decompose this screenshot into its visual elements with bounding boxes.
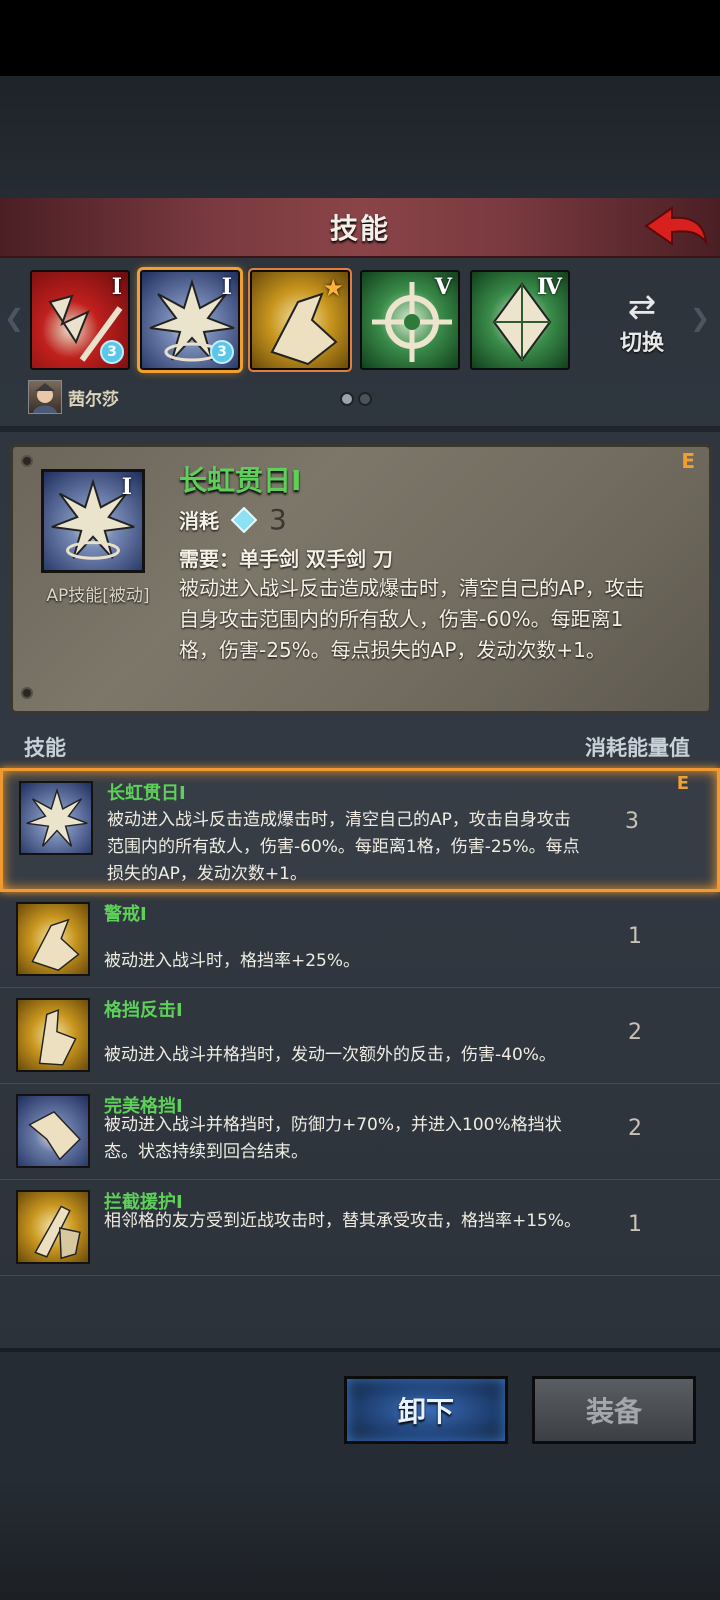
slot-rank: I: [111, 274, 122, 300]
title-bar: 技能: [0, 198, 720, 258]
skill-list: 长虹贯日I E 被动进入战斗反击造成爆击时，清空自己的AP，攻击自身攻击范围内的…: [0, 768, 720, 1276]
hero-info: 茜尔莎: [28, 380, 119, 414]
skill-name: 格挡反击I: [104, 1000, 183, 1021]
skill-description: 被动进入战斗反击造成爆击时，清空自己的AP，攻击自身攻击范围内的所有敌人，伤害-…: [107, 810, 580, 884]
star-icon: ★: [322, 274, 344, 302]
page-dot: [358, 392, 372, 406]
skill-description: 被动进入战斗并格挡时，防御力+70%，并进入100%格挡状态。状态持续到回合结束…: [104, 1115, 562, 1162]
status-bar-area: [0, 0, 720, 76]
burst-figure-icon: [26, 787, 88, 847]
list-item[interactable]: 拦截援护I 相邻格的友方受到近战攻击时，替其承受攻击，格挡率+15%。 1: [0, 1180, 720, 1276]
skill-slot-3[interactable]: ★: [248, 268, 352, 372]
skill-cost: 消耗 3: [179, 503, 287, 536]
list-item[interactable]: 完美格挡I 被动进入战斗并格挡时，防御力+70%，并进入100%格挡状态。状态持…: [0, 1084, 720, 1180]
skill-cost: 1: [628, 1212, 642, 1237]
switch-arrows-icon: ⇄: [627, 287, 657, 327]
switch-button[interactable]: ⇄ 切换: [600, 278, 684, 368]
divider: [0, 426, 720, 432]
list-item[interactable]: 长虹贯日I E 被动进入战斗反击造成爆击时，清空自己的AP，攻击自身攻击范围内的…: [0, 768, 720, 892]
skill-name: 长虹贯日I: [179, 464, 302, 497]
switch-label: 切换: [619, 331, 664, 356]
cost-label: 消耗: [179, 509, 219, 533]
skill-icon: [16, 1094, 90, 1168]
skill-cost: 2: [628, 1020, 642, 1045]
skill-rank: E: [681, 449, 695, 473]
unequip-button[interactable]: 卸下: [344, 1376, 508, 1444]
skill-icon: [16, 902, 90, 976]
skill-slot-5[interactable]: Ⅳ: [470, 270, 570, 370]
skill-slot-2[interactable]: I 3: [137, 267, 243, 373]
skill-panel: ❮ ❯ I 3 I 3 ★ V Ⅳ ⇄ 切换 茜尔莎 E I AP技能[被动] …: [0, 258, 720, 1478]
skill-description: 被动进入战斗并格挡时，发动一次额外的反击，伤害-40%。: [104, 1045, 556, 1065]
shield-strike-icon: [28, 1110, 81, 1161]
cost-value: 3: [269, 503, 287, 536]
skill-slot-1[interactable]: I 3: [30, 270, 130, 370]
skill-cost: 1: [628, 924, 642, 949]
skill-icon: I: [41, 469, 145, 573]
hero-name: 茜尔莎: [68, 389, 119, 410]
dim-overlay-bottom: [0, 1478, 720, 1600]
skill-icon-rank: I: [121, 474, 132, 500]
list-item[interactable]: 格挡反击I 被动进入战斗并格挡时，发动一次额外的反击，伤害-40%。 2: [0, 988, 720, 1084]
skill-icon: [19, 781, 93, 855]
column-skill: 技能: [24, 736, 66, 760]
shield-guard-icon: [34, 1205, 81, 1260]
action-bar: 卸下 装备: [0, 1348, 720, 1478]
skill-cost: 3: [625, 809, 639, 834]
dim-overlay-top: [0, 76, 720, 198]
chevron-right-icon[interactable]: ❯: [690, 304, 710, 332]
list-item[interactable]: 警戒I 被动进入战斗时，格挡率+25%。 1: [0, 892, 720, 988]
slot-ap-badge: 3: [100, 340, 124, 364]
shield-strike-icon: [38, 1009, 77, 1066]
column-energy-cost: 消耗能量值: [585, 736, 690, 760]
skill-cost: 2: [628, 1116, 642, 1141]
page-indicator: [340, 392, 372, 406]
back-arrow-icon[interactable]: [642, 202, 710, 254]
slot-rank: I: [221, 274, 232, 300]
avatar: [28, 380, 62, 414]
shield-strike-icon: [31, 918, 80, 972]
skill-list-header: 技能 消耗能量值: [0, 728, 720, 768]
page-dot: [340, 392, 354, 406]
pin-icon: [21, 687, 33, 699]
skill-description: 被动进入战斗反击造成爆击时，清空自己的AP，攻击自身攻击范围内的所有敌人，伤害-…: [179, 576, 645, 662]
equipped-skill-strip: ❮ ❯ I 3 I 3 ★ V Ⅳ ⇄ 切换: [0, 258, 720, 376]
skill-rank: E: [676, 773, 689, 794]
skill-icon: [16, 998, 90, 1072]
skill-requirement: 需要：单手剑 双手剑 刀: [179, 547, 393, 571]
skill-type: AP技能[被动]: [46, 586, 150, 606]
skill-name: 警戒I: [104, 904, 147, 925]
skill-description: 被动进入战斗时，格挡率+25%。: [104, 951, 361, 971]
skill-detail-card: E I AP技能[被动] 长虹贯日I 消耗 3 需要：单手剑 双手剑 刀 被动进…: [10, 444, 712, 714]
skill-icon: [16, 1190, 90, 1264]
skill-name: 长虹贯日I: [107, 783, 186, 804]
equip-button[interactable]: 装备: [532, 1376, 696, 1444]
diamond-icon: [231, 506, 257, 533]
skill-slot-4[interactable]: V: [360, 270, 460, 370]
slot-rank: V: [434, 274, 452, 300]
pin-icon: [21, 455, 33, 467]
chevron-left-icon[interactable]: ❮: [4, 304, 24, 332]
skill-description: 相邻格的友方受到近战攻击时，替其承受攻击，格挡率+15%。: [104, 1211, 582, 1231]
slot-ap-badge: 3: [210, 340, 234, 364]
slot-rank: Ⅳ: [537, 274, 562, 300]
page-title: 技能: [329, 212, 390, 245]
